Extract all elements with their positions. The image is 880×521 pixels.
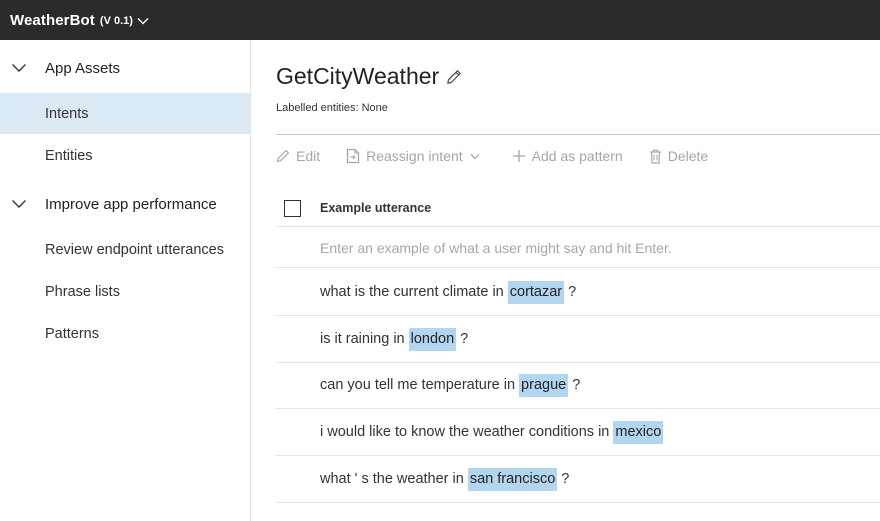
utterance-text: is it raining in london? [320, 327, 469, 351]
pencil-icon [277, 150, 289, 162]
sidebar-item-review-endpoint-utterances[interactable]: Review endpoint utterances [0, 229, 251, 270]
delete-button[interactable]: Delete [649, 148, 708, 164]
pencil-icon[interactable] [446, 69, 462, 85]
entity-label[interactable]: prague [519, 373, 569, 397]
app-title[interactable]: WeatherBot [10, 12, 95, 29]
entity-label[interactable]: london [408, 327, 457, 351]
toolbar: Edit Reassign intent Add as pattern Dele… [276, 144, 734, 168]
table-row[interactable]: what ' s the weather in san francisco? [276, 456, 880, 503]
sidebar-item-label: Intents [45, 105, 89, 122]
utterance-text-after: ? [568, 284, 577, 300]
utterance-text-after: ? [561, 471, 570, 487]
sidebar-item-intents[interactable]: Intents [0, 93, 251, 134]
edit-button[interactable]: Edit [276, 148, 320, 164]
utterance-text: i would like to know the weather conditi… [320, 420, 667, 444]
entity-label[interactable]: mexico [613, 420, 664, 444]
utterance-table-header: Example utterance [276, 190, 880, 227]
sidebar-item-phrase-lists[interactable]: Phrase lists [0, 271, 251, 312]
table-row[interactable]: what is the current climate in cortazar? [276, 269, 880, 316]
utterance-input[interactable] [316, 236, 876, 260]
page-title: GetCityWeather [276, 63, 462, 90]
sidebar-group-label: App Assets [45, 59, 121, 77]
divider [276, 134, 880, 135]
chevron-down-icon [470, 153, 480, 159]
chevron-down-icon [11, 61, 27, 73]
utterance-text: can you tell me temperature in prague? [320, 373, 581, 397]
utterance-text-before: i would like to know the weather conditi… [320, 424, 610, 440]
app-version[interactable]: (V 0.1) [100, 15, 133, 27]
table-row[interactable]: is it raining in london? [276, 316, 880, 363]
sidebar-item-entities[interactable]: Entities [0, 135, 251, 176]
sidebar-item-label: Review endpoint utterances [45, 241, 224, 258]
table-row[interactable]: i would like to know the weather conditi… [276, 409, 880, 456]
intent-name: GetCityWeather [276, 63, 440, 89]
sidebar-item-label: Phrase lists [45, 283, 120, 300]
column-header-example-utterance[interactable]: Example utterance [320, 201, 431, 215]
utterance-text-after: ? [460, 331, 469, 347]
chevron-down-icon[interactable] [137, 17, 149, 25]
sidebar: App Assets Intents Entities Improve app … [0, 40, 251, 521]
select-all-checkbox[interactable] [284, 200, 301, 217]
reassign-label: Reassign intent [366, 148, 463, 164]
chevron-down-icon [11, 197, 27, 209]
utterance-text-before: what ' s the weather in [320, 471, 464, 487]
top-bar: WeatherBot (V 0.1) [0, 0, 880, 40]
utterance-text-after: ? [572, 377, 581, 393]
edit-label: Edit [296, 148, 321, 164]
sidebar-item-patterns[interactable]: Patterns [0, 313, 251, 354]
entity-label[interactable]: san francisco [467, 467, 558, 491]
plus-icon [512, 150, 525, 162]
reassign-intent-button[interactable]: Reassign intent [346, 148, 486, 164]
add-as-pattern-label: Add as pattern [531, 148, 623, 164]
utterance-text: what is the current climate in cortazar? [320, 280, 577, 304]
utterance-text-before: can you tell me temperature in [320, 377, 516, 393]
utterance-text-before: is it raining in [320, 331, 405, 347]
table-row[interactable]: can you tell me temperature in prague? [276, 362, 880, 409]
document-icon [346, 148, 360, 164]
sidebar-item-label: Patterns [45, 325, 99, 342]
sidebar-group-app-assets[interactable]: App Assets [0, 48, 251, 88]
utterance-text-before: what is the current climate in [320, 284, 504, 300]
main-content: GetCityWeather Labelled entities: None E… [252, 40, 880, 521]
delete-label: Delete [667, 148, 709, 164]
trash-icon [649, 149, 661, 164]
utterance-text: what ' s the weather in san francisco? [320, 467, 570, 491]
sidebar-item-label: Entities [45, 147, 93, 164]
labelled-entities: Labelled entities: None [276, 102, 388, 114]
sidebar-group-label: Improve app performance [45, 195, 217, 213]
entity-label[interactable]: cortazar [507, 280, 565, 304]
sidebar-group-improve-app-performance[interactable]: Improve app performance [0, 184, 251, 224]
add-as-pattern-button[interactable]: Add as pattern [512, 148, 623, 164]
utterance-input-row [276, 228, 880, 268]
